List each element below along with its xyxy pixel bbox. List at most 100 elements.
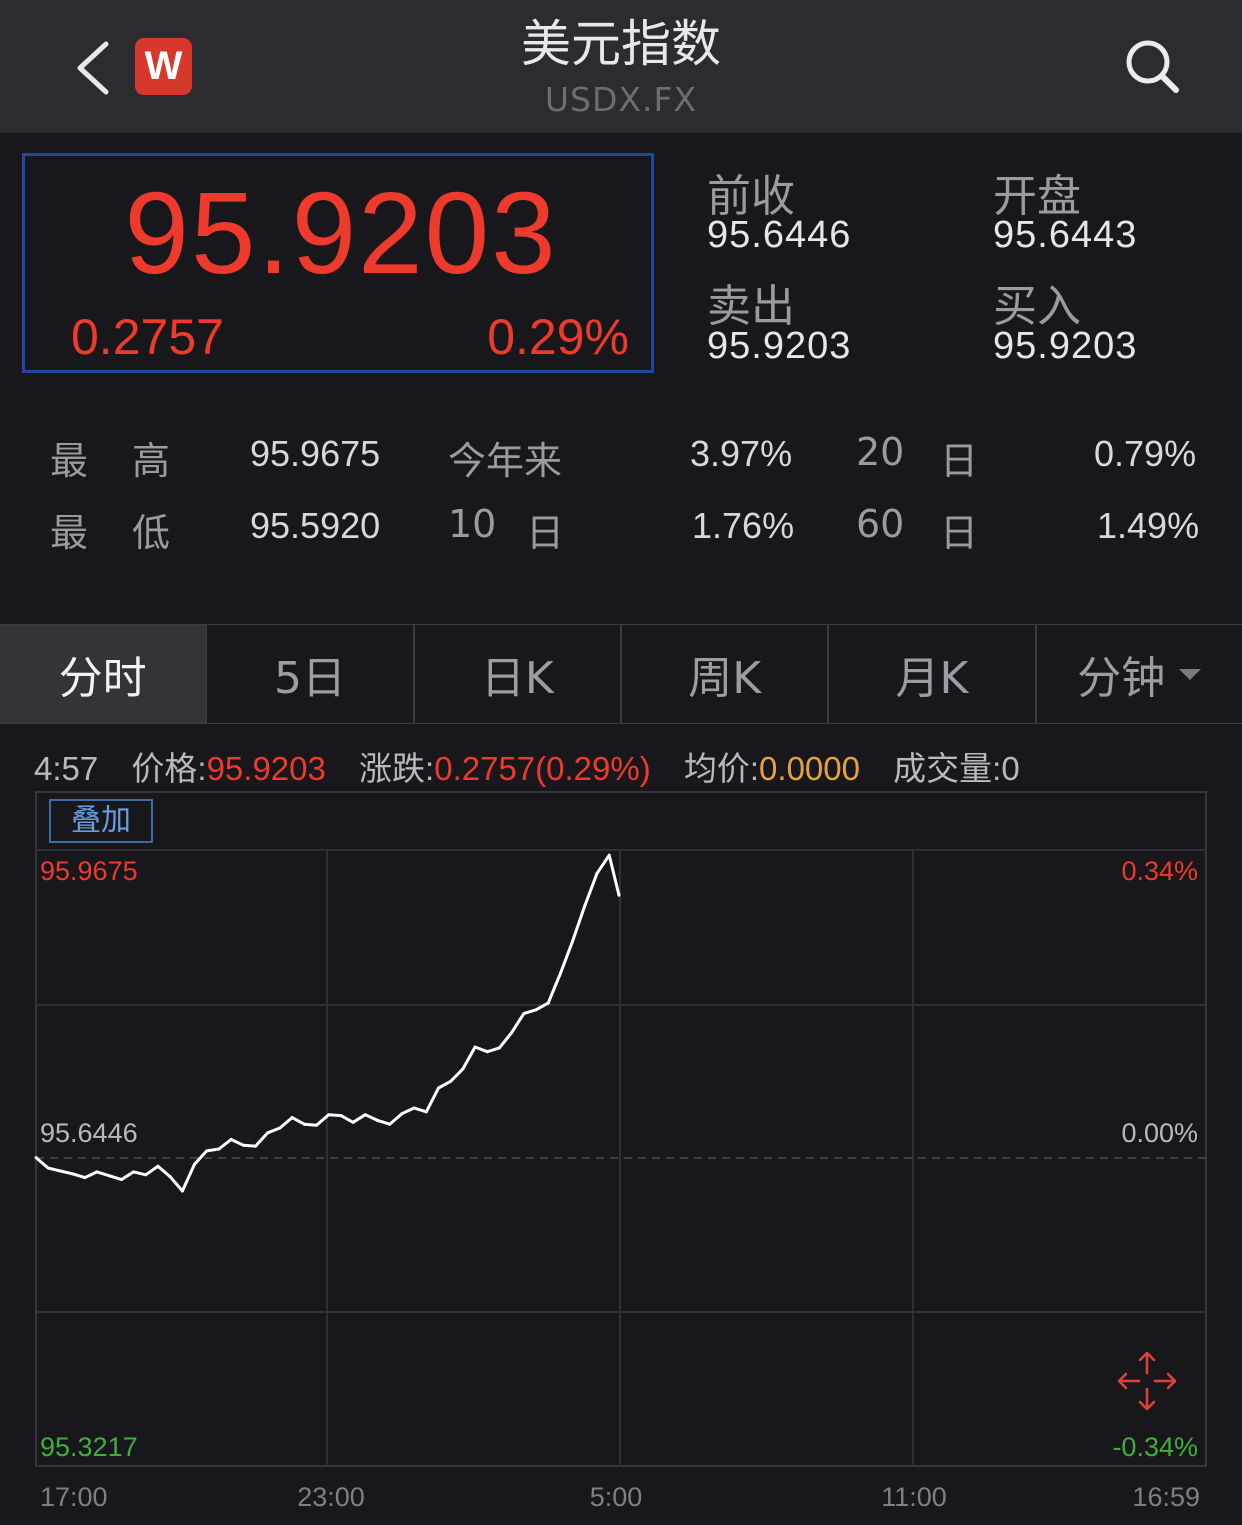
ytd-value: 3.97% — [690, 433, 793, 474]
tab-daily-k[interactable]: 日K — [415, 625, 622, 723]
top-bar: W 美元指数 USDX.FX — [0, 0, 1242, 133]
tab-label: 分时 — [58, 653, 147, 704]
price-point — [83, 1176, 87, 1180]
price-point — [205, 1149, 209, 1153]
page-title: 美元指数 — [521, 15, 721, 73]
chart-grid — [35, 791, 1207, 1467]
price-point — [534, 1008, 538, 1012]
price-point — [485, 1050, 489, 1054]
price-point — [497, 1046, 501, 1050]
price-point — [558, 972, 562, 976]
price-point — [461, 1067, 465, 1071]
price-point — [95, 1170, 99, 1174]
x-tick: 5:00 — [590, 1482, 643, 1512]
price-point — [617, 893, 621, 897]
d10-num: 10 — [448, 502, 497, 546]
price-point — [156, 1164, 160, 1168]
prev-close-value: 95.6446 — [707, 214, 852, 256]
d10-value: 1.76% — [692, 505, 795, 546]
price-change: 0.2757 — [71, 309, 224, 365]
info-change-label: 涨跌: — [359, 750, 435, 787]
tab-minute-dropdown[interactable]: 分钟 — [1037, 625, 1242, 723]
price-point — [34, 1156, 38, 1160]
info-avg-label: 均价: — [683, 750, 760, 787]
y-right-tick-ref: 0.00% — [1121, 1118, 1198, 1148]
price-panel: 95.9203 0.2757 0.29% — [22, 153, 654, 373]
low-label-1: 最 — [50, 511, 89, 555]
price-point — [58, 1169, 62, 1173]
low-value: 95.5920 — [250, 505, 381, 546]
overlay-button[interactable]: 叠加 — [49, 799, 153, 843]
tab-5day[interactable]: 5日 — [207, 625, 415, 723]
low-label-2: 低 — [132, 511, 171, 555]
high-label-2: 高 — [132, 439, 171, 483]
price-point — [473, 1045, 477, 1049]
d20-num: 20 — [856, 430, 905, 474]
price-point — [339, 1114, 343, 1118]
intraday-chart[interactable]: 95.9675 95.6446 95.3217 0.34% 0.00% -0.3… — [0, 790, 1242, 1525]
price-point — [595, 871, 599, 875]
price-point — [119, 1178, 123, 1182]
chevron-down-icon — [1179, 668, 1202, 680]
price-point — [180, 1189, 184, 1193]
price-point — [449, 1079, 453, 1083]
high-label-1: 最 — [50, 439, 89, 483]
info-volume: 0 — [1001, 750, 1020, 787]
price-change-pct: 0.29% — [487, 309, 629, 365]
price-point — [217, 1147, 221, 1151]
price-point — [400, 1112, 404, 1116]
price-point — [375, 1118, 379, 1122]
tab-label: 分钟 — [1077, 653, 1166, 704]
price-point — [327, 1113, 331, 1117]
price-point — [388, 1122, 392, 1126]
tab-intraday[interactable]: 分时 — [0, 625, 208, 723]
info-change: 0.2757(0.29%) — [434, 750, 651, 787]
y-right-tick-low: -0.34% — [1112, 1432, 1198, 1462]
price-point — [132, 1170, 136, 1174]
high-value: 95.9675 — [250, 433, 381, 474]
sell-value: 95.9203 — [707, 325, 852, 367]
x-tick: 23:00 — [297, 1482, 365, 1512]
price-point — [241, 1143, 245, 1147]
info-avg: 0.0000 — [759, 750, 860, 787]
d60-value: 1.49% — [1097, 505, 1200, 546]
y-left-tick-high: 95.9675 — [40, 856, 138, 886]
buy-value: 95.9203 — [993, 325, 1138, 367]
price-point — [583, 904, 587, 908]
info-time: 4:57 — [34, 750, 99, 787]
d20-value: 0.79% — [1094, 433, 1197, 474]
price-point — [71, 1172, 75, 1176]
price-point — [302, 1122, 306, 1126]
y-right-tick-high: 0.34% — [1121, 856, 1198, 886]
tab-label: 5日 — [273, 653, 346, 704]
x-tick: 11:00 — [881, 1482, 947, 1512]
price-point — [315, 1123, 319, 1127]
d10-unit: 日 — [526, 511, 565, 555]
info-volume-label: 成交量: — [893, 750, 1002, 787]
price-point — [510, 1031, 514, 1035]
price-point — [546, 1001, 550, 1005]
price-point — [436, 1086, 440, 1090]
price-point — [424, 1110, 428, 1114]
tab-label: 月K — [895, 653, 969, 704]
price-point — [363, 1113, 367, 1117]
d20-unit: 日 — [940, 439, 979, 483]
tab-label: 日K — [480, 653, 554, 704]
price-point — [290, 1116, 294, 1120]
open-value: 95.6443 — [993, 214, 1138, 256]
price-point — [266, 1131, 270, 1135]
x-tick: 17:00 — [40, 1482, 108, 1512]
price-point — [229, 1137, 233, 1141]
search-button[interactable] — [1122, 36, 1182, 96]
fullscreen-icon[interactable] — [1117, 1351, 1177, 1411]
info-price: 95.9203 — [206, 750, 326, 787]
crosshair-info: 4:57 价格:95.9203 涨跌:0.2757(0.29%) 均价:0.00… — [34, 742, 1020, 790]
price-point — [571, 939, 575, 943]
price-point — [412, 1106, 416, 1110]
last-price: 95.9203 — [124, 168, 558, 298]
ytd-label: 今年来 — [448, 439, 563, 483]
tab-weekly-k[interactable]: 周K — [622, 625, 830, 723]
tab-monthly-k[interactable]: 月K — [829, 625, 1037, 723]
d60-num: 60 — [856, 502, 905, 546]
price-point — [193, 1162, 197, 1166]
